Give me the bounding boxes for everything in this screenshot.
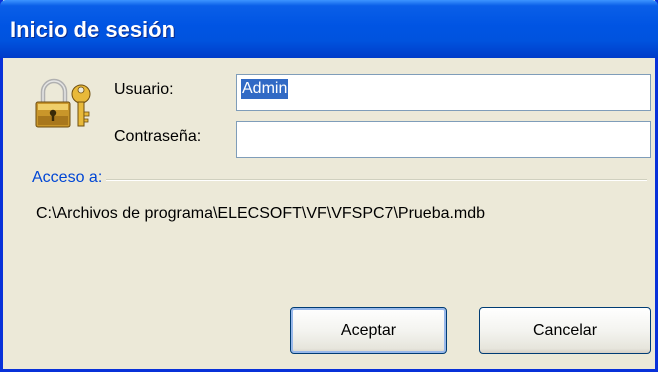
dialog-title: Inicio de sesión xyxy=(10,17,176,42)
user-label: Usuario: xyxy=(114,81,174,98)
user-input-value: Admin xyxy=(241,79,289,99)
user-input[interactable]: Admin xyxy=(236,74,651,111)
password-label: Contraseña: xyxy=(114,128,202,145)
accept-button[interactable]: Aceptar xyxy=(290,307,447,354)
access-group-divider xyxy=(32,179,647,181)
password-input[interactable] xyxy=(236,121,651,158)
title-bar[interactable]: Inicio de sesión xyxy=(0,0,658,58)
login-dialog: Inicio de sesión Usuario: Admin Contrase… xyxy=(0,0,658,372)
cancel-button[interactable]: Cancelar xyxy=(479,307,651,354)
database-path: C:\Archivos de programa\ELECSOFT\VF\VFSP… xyxy=(36,205,486,222)
padlock-key-icon xyxy=(35,78,91,128)
access-group-label: Acceso a: xyxy=(32,169,107,187)
